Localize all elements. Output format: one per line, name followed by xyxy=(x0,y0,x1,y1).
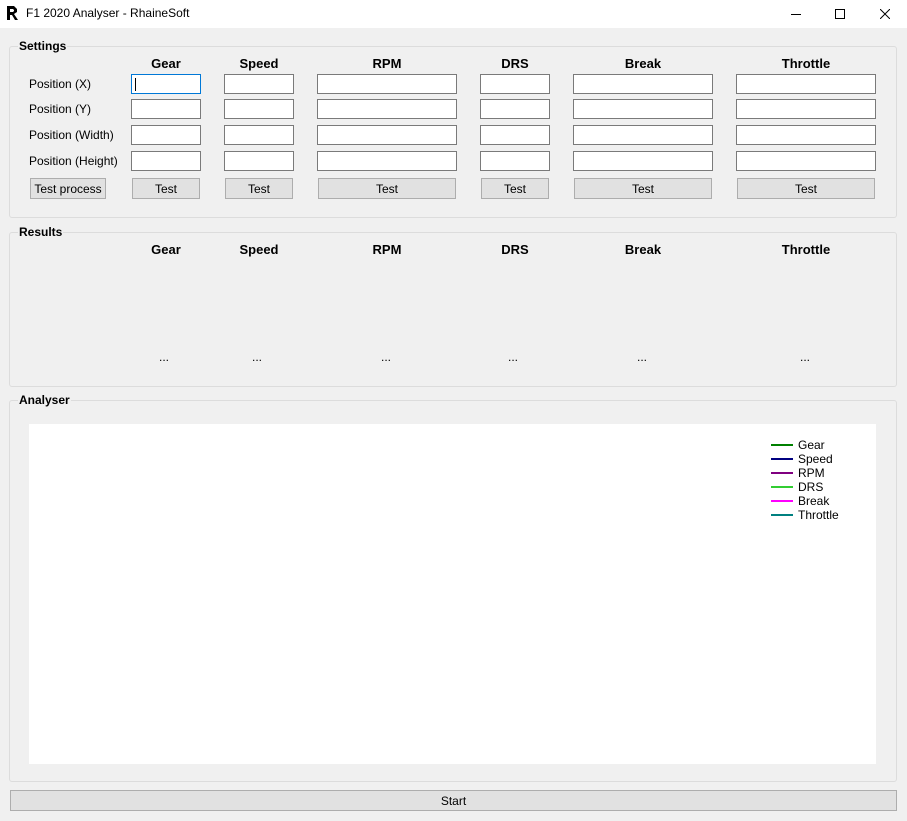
legend-label-gear: Gear xyxy=(798,438,825,452)
app-logo-icon xyxy=(7,6,18,20)
legend-line-speed xyxy=(771,458,793,460)
rpm-height-input[interactable] xyxy=(317,151,457,171)
legend-label-drs: DRS xyxy=(798,480,824,494)
settings-header-drs: DRS xyxy=(501,56,529,71)
throttle-y-input[interactable] xyxy=(736,99,876,119)
window-title: F1 2020 Analyser - RhaineSoft xyxy=(26,6,190,20)
test-rpm-button[interactable]: Test xyxy=(318,178,456,199)
speed-y-input[interactable] xyxy=(224,99,294,119)
break-y-input[interactable] xyxy=(573,99,713,119)
settings-group-label: Settings xyxy=(18,39,68,53)
legend-label-speed: Speed xyxy=(798,452,833,466)
result-value-rpm: ... xyxy=(380,350,391,364)
drs-width-input[interactable] xyxy=(480,125,550,145)
result-value-throttle: ... xyxy=(799,350,810,364)
break-width-input[interactable] xyxy=(573,125,713,145)
test-drs-button[interactable]: Test xyxy=(481,178,549,199)
results-header-gear: Gear xyxy=(151,242,181,257)
test-throttle-button[interactable]: Test xyxy=(737,178,875,199)
results-header-break: Break xyxy=(624,242,662,257)
rpm-width-input[interactable] xyxy=(317,125,457,145)
results-group-label: Results xyxy=(18,225,64,239)
row-label-position-y: Position (Y) xyxy=(29,102,92,116)
drs-height-input[interactable] xyxy=(480,151,550,171)
start-button[interactable]: Start xyxy=(10,790,897,811)
settings-header-rpm: RPM xyxy=(372,56,402,71)
test-speed-button[interactable]: Test xyxy=(225,178,293,199)
row-label-position-width: Position (Width) xyxy=(29,128,114,142)
legend-item-throttle: Throttle xyxy=(771,508,851,522)
settings-header-gear: Gear xyxy=(151,56,181,71)
settings-header-break: Break xyxy=(624,56,662,71)
results-header-throttle: Throttle xyxy=(781,242,831,257)
rpm-y-input[interactable] xyxy=(317,99,457,119)
legend-item-break: Break xyxy=(771,494,851,508)
legend-label-rpm: RPM xyxy=(798,466,825,480)
chart-legend: Gear Speed RPM DRS Break Throttle xyxy=(771,438,851,522)
gear-height-input[interactable] xyxy=(131,151,201,171)
settings-header-throttle: Throttle xyxy=(781,56,831,71)
test-gear-button[interactable]: Test xyxy=(132,178,200,199)
legend-item-drs: DRS xyxy=(771,480,851,494)
close-icon xyxy=(880,9,890,19)
result-value-break: ... xyxy=(636,350,647,364)
speed-height-input[interactable] xyxy=(224,151,294,171)
legend-label-throttle: Throttle xyxy=(798,508,839,522)
break-height-input[interactable] xyxy=(573,151,713,171)
row-label-position-x: Position (X) xyxy=(29,77,92,91)
drs-x-input[interactable] xyxy=(480,74,550,94)
throttle-x-input[interactable] xyxy=(736,74,876,94)
maximize-button[interactable] xyxy=(817,0,863,28)
legend-line-drs xyxy=(771,486,793,488)
maximize-icon xyxy=(835,9,845,19)
legend-label-break: Break xyxy=(798,494,830,508)
legend-line-throttle xyxy=(771,514,793,516)
title-bar: F1 2020 Analyser - RhaineSoft xyxy=(0,0,907,28)
analyser-group-label: Analyser xyxy=(18,393,71,407)
legend-line-rpm xyxy=(771,472,793,474)
results-header-drs: DRS xyxy=(501,242,529,257)
gear-x-input[interactable] xyxy=(131,74,201,94)
minimize-button[interactable] xyxy=(773,0,819,28)
results-header-rpm: RPM xyxy=(372,242,402,257)
speed-x-input[interactable] xyxy=(224,74,294,94)
row-label-position-height: Position (Height) xyxy=(29,154,118,168)
break-x-input[interactable] xyxy=(573,74,713,94)
result-value-speed: ... xyxy=(251,350,262,364)
gear-width-input[interactable] xyxy=(131,125,201,145)
legend-item-gear: Gear xyxy=(771,438,851,452)
close-button[interactable] xyxy=(862,0,907,28)
test-process-button[interactable]: Test process xyxy=(30,178,106,199)
legend-line-gear xyxy=(771,444,793,446)
test-break-button[interactable]: Test xyxy=(574,178,712,199)
text-caret xyxy=(135,78,136,91)
legend-item-rpm: RPM xyxy=(771,466,851,480)
settings-header-speed: Speed xyxy=(239,56,279,71)
analyser-chart[interactable] xyxy=(29,424,876,764)
drs-y-input[interactable] xyxy=(480,99,550,119)
result-value-drs: ... xyxy=(507,350,518,364)
throttle-width-input[interactable] xyxy=(736,125,876,145)
minimize-icon xyxy=(791,14,801,15)
speed-width-input[interactable] xyxy=(224,125,294,145)
legend-line-break xyxy=(771,500,793,502)
result-value-gear: ... xyxy=(158,350,169,364)
gear-y-input[interactable] xyxy=(131,99,201,119)
results-header-speed: Speed xyxy=(239,242,279,257)
throttle-height-input[interactable] xyxy=(736,151,876,171)
legend-item-speed: Speed xyxy=(771,452,851,466)
rpm-x-input[interactable] xyxy=(317,74,457,94)
